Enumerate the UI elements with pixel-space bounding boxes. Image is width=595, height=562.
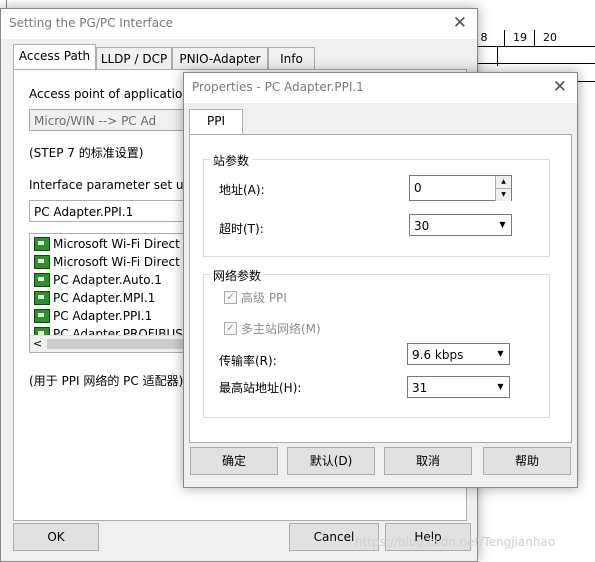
ruler-label: 19 bbox=[504, 30, 535, 46]
properties-titlebar: Properties - PC Adapter.PPI.1 ✕ bbox=[184, 73, 577, 103]
param-set-label: Interface parameter set us bbox=[29, 178, 190, 192]
close-icon[interactable]: ✕ bbox=[553, 77, 567, 97]
address-label: 地址(A): bbox=[219, 183, 265, 197]
cancel-button[interactable]: 取消 bbox=[384, 447, 472, 475]
highest-address-dropdown[interactable]: 31 ▼ bbox=[407, 376, 510, 398]
ruler-label: 20 bbox=[534, 30, 565, 46]
advanced-ppi-label: 高级 PPI bbox=[241, 291, 287, 305]
highest-address-value: 31 bbox=[412, 381, 428, 395]
spin-down-icon[interactable]: ▼ bbox=[495, 188, 511, 201]
baud-rate-dropdown[interactable]: 9.6 kbps ▼ bbox=[407, 343, 510, 365]
close-icon[interactable]: ✕ bbox=[453, 13, 467, 33]
chevron-down-icon[interactable]: ▼ bbox=[492, 377, 509, 397]
advanced-ppi-checkbox[interactable]: ✓ bbox=[224, 291, 237, 304]
station-params-legend: 站参数 bbox=[210, 152, 253, 169]
tab-lldp-dcp[interactable]: LLDP / DCP bbox=[96, 47, 172, 70]
baud-rate-label: 传输率(R): bbox=[219, 354, 277, 368]
timeout-value: 30 bbox=[414, 219, 430, 233]
timeout-dropdown[interactable]: 30 ▼ bbox=[409, 214, 512, 236]
list-item[interactable]: PC Adapter.Auto.1 bbox=[34, 271, 162, 289]
list-item[interactable]: Microsoft Wi-Fi Direct V bbox=[34, 253, 192, 271]
network-adapter-icon bbox=[34, 236, 50, 251]
pgpc-titlebar: Setting the PG/PC Interface ✕ bbox=[1, 9, 477, 39]
tab-pnio-adapter[interactable]: PNIO-Adapter bbox=[172, 47, 268, 70]
background-grid-row bbox=[476, 47, 595, 64]
pgpc-title: Setting the PG/PC Interface bbox=[9, 16, 174, 30]
list-item[interactable]: PC Adapter.PROFIBUS.1 bbox=[34, 325, 194, 335]
chevron-down-icon[interactable]: ▼ bbox=[492, 344, 509, 364]
list-item[interactable]: Microsoft Wi-Fi Direct V bbox=[34, 235, 192, 253]
list-item[interactable]: PC Adapter.MPI.1 bbox=[34, 289, 155, 307]
ruler-label: 8 bbox=[476, 30, 491, 46]
access-point-label: Access point of application bbox=[29, 87, 190, 101]
watermark-text: https://blog.csdn.net/Tengjianhao bbox=[355, 535, 556, 549]
help-button[interactable]: 帮助 bbox=[483, 447, 571, 475]
properties-title: Properties - PC Adapter.PPI.1 bbox=[192, 80, 364, 94]
tab-access-path[interactable]: Access Path bbox=[13, 44, 96, 70]
address-spinbox[interactable]: 0 ▲ ▼ bbox=[409, 175, 512, 201]
network-params-group: 网络参数 ✓ 高级 PPI ✓ 多主站网络(M) 传输率(R): 9.6 kbp… bbox=[203, 267, 550, 418]
network-adapter-icon bbox=[34, 326, 50, 335]
highest-address-label: 最高站地址(H): bbox=[219, 381, 302, 395]
baud-rate-value: 9.6 kbps bbox=[412, 348, 464, 362]
background-grid-line bbox=[497, 46, 498, 66]
network-adapter-icon bbox=[34, 254, 50, 269]
network-params-legend: 网络参数 bbox=[210, 267, 265, 284]
properties-dialog: Properties - PC Adapter.PPI.1 ✕ PPI 站参数 … bbox=[183, 72, 578, 488]
station-params-group: 站参数 地址(A): 0 ▲ ▼ 超时(T): 30 ▼ bbox=[203, 152, 550, 257]
std-settings-note: (STEP 7 的标准设置) bbox=[29, 146, 144, 160]
multimaster-label: 多主站网络(M) bbox=[241, 322, 321, 336]
tab-info[interactable]: Info bbox=[268, 47, 315, 70]
list-item[interactable]: PC Adapter.PPI.1 bbox=[34, 307, 152, 325]
address-value: 0 bbox=[414, 181, 422, 195]
multimaster-checkbox[interactable]: ✓ bbox=[224, 322, 237, 335]
timeout-label: 超时(T): bbox=[219, 222, 264, 236]
ok-button[interactable]: OK bbox=[13, 523, 99, 551]
description-note: (用于 PPI 网络的 PC 适配器) bbox=[29, 374, 184, 388]
scroll-left-icon[interactable]: < bbox=[33, 336, 42, 352]
network-adapter-icon bbox=[34, 272, 50, 287]
network-adapter-icon bbox=[34, 308, 50, 323]
network-adapter-icon bbox=[34, 290, 50, 305]
default-button[interactable]: 默认(D) bbox=[287, 447, 375, 475]
ok-button[interactable]: 确定 bbox=[190, 447, 278, 475]
ppi-panel: 站参数 地址(A): 0 ▲ ▼ 超时(T): 30 ▼ 网络参数 ✓ 高级 P… bbox=[189, 134, 572, 443]
background-ruler: 8 19 20 bbox=[476, 30, 595, 47]
chevron-down-icon[interactable]: ▼ bbox=[494, 215, 511, 235]
scrollbar-thumb[interactable] bbox=[47, 339, 187, 349]
tab-ppi[interactable]: PPI bbox=[189, 109, 243, 135]
